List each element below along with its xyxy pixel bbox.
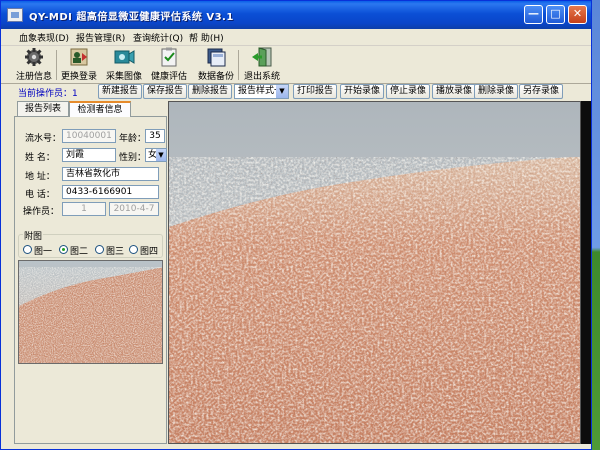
radio-image2[interactable] [59,245,68,254]
name-field[interactable]: 刘霞 [62,148,116,162]
start-recording-button[interactable]: 开始录像 [340,84,384,99]
minimize-button[interactable]: — [524,5,543,24]
capture-image-label: 采集图像 [105,72,142,82]
title-bar[interactable]: QY-MDI 超高倍显微亚健康评估系统 V3.1 — □ ✕ [1,1,591,29]
chevron-down-icon[interactable]: ▼ [156,149,166,161]
viewer-border [581,101,591,444]
register-info-label: 注册信息 [15,72,52,82]
close-button[interactable]: ✕ [568,5,587,24]
chevron-down-icon[interactable]: ▼ [276,85,288,98]
gear-icon [25,48,43,66]
report-style-select[interactable]: 报告样式一 ▼ [234,84,289,99]
data-backup-label: 数据备份 [197,72,234,82]
menu-blood[interactable]: 血象表现(D) [19,31,69,44]
name-label: 姓 名： [25,153,55,163]
menu-help[interactable]: 帮 助(H) [189,31,224,44]
patient-info-panel: 流水号： 10040001 年龄： 35 姓 名： 刘霞 性别： 女 ▼ 地 址… [14,116,167,444]
image-viewer[interactable] [168,101,581,444]
left-panel: 报告列表 检测者信息 流水号： 10040001 年龄： 35 姓 名： 刘霞 … [14,101,167,444]
serial-field[interactable]: 10040001 [62,129,116,143]
micrograph-image [169,102,580,443]
date-field[interactable]: 2010-4-7 [109,202,159,216]
thumbnail-image[interactable] [18,260,163,364]
switch-login-label: 更换登录 [60,72,97,82]
current-operator-label: 当前操作员：1 [18,89,78,99]
toolbar-separator [238,50,239,80]
camera-icon [114,50,135,64]
app-window: QY-MDI 超高倍显微亚健康评估系统 V3.1 — □ ✕ 血象表现(D) 报… [0,0,592,450]
database-backup-icon [207,48,226,67]
register-info-button[interactable]: 注册信息 [14,47,54,83]
phone-field[interactable]: 0433-6166901 [62,185,159,199]
delete-recording-button[interactable]: 删除录像 [474,84,518,99]
address-label: 地 址： [25,172,55,182]
attachment-group: 附图 图一 图二 图三 图四 [18,229,163,258]
toolbar-separator [56,50,57,80]
radio-image3[interactable] [95,245,104,254]
age-label: 年龄： [119,134,147,144]
radio-image4-label: 图四 [140,247,159,257]
window-title: QY-MDI 超高倍显微亚健康评估系统 V3.1 [29,12,234,23]
exit-door-icon [252,47,272,67]
radio-image1-label: 图一 [34,247,53,257]
gender-label: 性别： [119,153,147,163]
play-recording-button[interactable]: 播放录像 [432,84,476,99]
address-field[interactable]: 吉林省敦化市 [62,167,159,181]
menu-report[interactable]: 报告管理(R) [76,31,125,44]
data-backup-button[interactable]: 数据备份 [196,47,236,83]
clipboard-check-icon [161,47,177,67]
exit-system-button[interactable]: 退出系统 [242,47,282,83]
new-report-button[interactable]: 新建报告 [98,84,142,99]
micrograph-thumbnail [19,261,162,363]
maximize-button[interactable]: □ [546,5,565,24]
health-eval-label: 健康评估 [150,72,187,82]
capture-image-button[interactable]: 采集图像 [104,47,144,83]
radio-image4[interactable] [129,245,138,254]
toolbar: 注册信息 更换登录 采集图像 健康评估 数据备份 退出系统 [1,46,591,84]
app-icon[interactable] [7,8,23,22]
radio-image2-label: 图二 [70,247,89,257]
action-bar: 当前操作员：1 新建报告 保存报告 删除报告 报告样式一 ▼ 打印报告 开始录像… [1,84,591,100]
user-switch-icon [70,48,88,66]
operator-field[interactable]: 1 [62,202,106,216]
operator-label: 操作员： [23,207,60,217]
print-report-button[interactable]: 打印报告 [293,84,337,99]
phone-label: 电 话： [25,190,55,200]
radio-image1[interactable] [23,245,32,254]
health-eval-button[interactable]: 健康评估 [149,47,189,83]
menu-bar: 血象表现(D) 报告管理(R) 查询统计(Q) 帮 助(H) [1,29,591,46]
attachment-title: 附图 [23,229,44,242]
menu-query[interactable]: 查询统计(Q) [133,31,183,44]
save-recording-as-button[interactable]: 另存录像 [519,84,563,99]
exit-system-label: 退出系统 [243,72,280,82]
delete-report-button[interactable]: 删除报告 [188,84,232,99]
stop-recording-button[interactable]: 停止录像 [386,84,430,99]
age-field[interactable]: 35 [145,129,165,143]
save-report-button[interactable]: 保存报告 [143,84,187,99]
tab-patient-info[interactable]: 检测者信息 [69,101,131,117]
tab-report-list[interactable]: 报告列表 [17,101,69,116]
switch-login-button[interactable]: 更换登录 [59,47,99,83]
gender-select[interactable]: 女 ▼ [145,148,167,162]
radio-image3-label: 图三 [106,247,125,257]
serial-label: 流水号： [25,134,62,144]
